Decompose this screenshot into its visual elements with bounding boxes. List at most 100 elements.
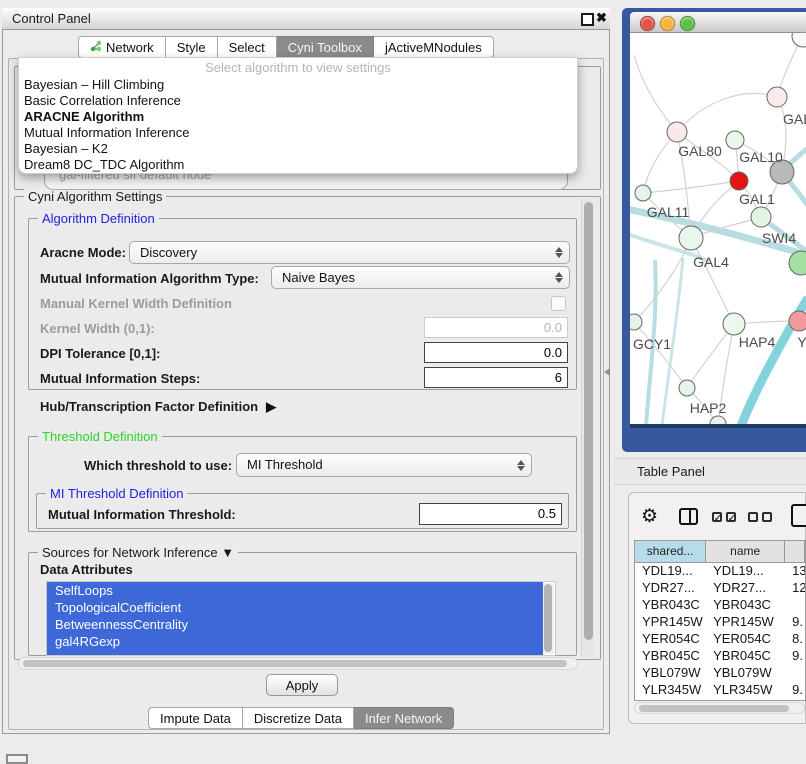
algorithm-option[interactable]: Bayesian – Hill Climbing <box>24 77 572 93</box>
settings-horizontal-scrollbar[interactable] <box>18 657 578 670</box>
attribute-item[interactable]: gal4RGexp <box>47 633 543 650</box>
node-label-swi4: SWI4 <box>762 230 796 246</box>
partial-floating-icon[interactable] <box>6 754 28 764</box>
attribute-item[interactable]: SelfLoops <box>47 582 543 599</box>
mi-steps-field[interactable]: 6 <box>424 367 568 388</box>
network-node[interactable] <box>726 131 744 149</box>
table-row[interactable]: YDL19...YDL19...13 <box>635 562 805 579</box>
network-node[interactable] <box>751 207 771 227</box>
network-node-gal1-selected[interactable] <box>730 172 748 190</box>
manual-kernel-label: Manual Kernel Width Definition <box>40 296 232 311</box>
node-table: shared... name YDL19...YDL19...13 YDR27.… <box>634 540 806 701</box>
attribute-item[interactable]: BetweennessCentrality <box>47 616 543 633</box>
column-header-shared-name[interactable]: shared... <box>635 541 706 562</box>
data-attributes-list[interactable]: SelfLoops TopologicalCoefficient Between… <box>46 581 556 656</box>
control-panel-tabbar: Network Style Select Cyni Toolbox jActiv… <box>78 36 494 58</box>
selected-attributes-block: SelfLoops TopologicalCoefficient Between… <box>47 582 543 655</box>
table-row[interactable]: YER054CYER054C8. <box>635 630 805 647</box>
mi-threshold-field[interactable]: 0.5 <box>419 503 562 525</box>
attribute-item[interactable]: TopologicalCoefficient <box>47 599 543 616</box>
dpi-tolerance-field[interactable]: 0.0 <box>424 342 568 363</box>
network-node[interactable] <box>767 87 787 107</box>
network-node[interactable] <box>789 311 806 331</box>
node-label-y: Y <box>797 334 806 350</box>
table-horizontal-scrollbar[interactable] <box>634 702 805 714</box>
tab-impute-data[interactable]: Impute Data <box>148 707 243 729</box>
table-row[interactable]: YBL079WYBL079W <box>635 664 805 681</box>
table-body[interactable]: YDL19...YDL19...13 YDR27...YDR27...12 YB… <box>635 562 805 700</box>
gear-icon[interactable]: ⚙ <box>641 505 658 528</box>
table-row[interactable]: YPR145WYPR145W9. <box>635 613 805 630</box>
tab-style[interactable]: Style <box>166 36 218 58</box>
column-header-partial[interactable] <box>785 541 805 562</box>
algorithm-option[interactable]: Bayesian – K2 <box>24 141 572 157</box>
table-row[interactable]: YIL052CYIL052C9 <box>635 698 805 700</box>
attributes-list-scrollbar[interactable] <box>543 583 554 654</box>
zoom-traffic-light-icon[interactable] <box>680 16 695 31</box>
close-icon[interactable]: ✖ <box>596 10 607 26</box>
column-header-name[interactable]: name <box>706 541 785 562</box>
settings-vertical-scrollbar[interactable] <box>581 199 594 657</box>
algorithm-option[interactable]: Basic Correlation Inference <box>24 93 572 109</box>
panel-collapse-arrow-icon[interactable] <box>604 368 610 376</box>
tab-jactivemnodules[interactable]: jActiveMNodules <box>374 36 494 58</box>
network-node-swi4[interactable] <box>789 251 806 275</box>
float-window-icon[interactable] <box>581 13 594 26</box>
algorithm-option[interactable]: Mutual Information Inference <box>24 125 572 141</box>
close-traffic-light-icon[interactable] <box>640 16 655 31</box>
collapse-down-icon[interactable]: ▼ <box>221 545 234 560</box>
deselect-checkbox-icon[interactable] <box>748 512 758 522</box>
network-window-titlebar[interactable] <box>630 12 806 33</box>
tab-infer-network[interactable]: Infer Network <box>354 707 454 729</box>
dpi-tolerance-label: DPI Tolerance [0,1]: <box>40 346 160 361</box>
settings-scrollbar-thumb[interactable] <box>584 202 593 640</box>
table-row[interactable]: YDR27...YDR27...12 <box>635 579 805 596</box>
columns-icon[interactable] <box>679 508 698 525</box>
network-canvas[interactable]: GAL GAL80 GAL10 GAL1 GAL11 SWI4 GAL4 GCY… <box>630 33 806 424</box>
network-node-hap4[interactable] <box>723 313 745 335</box>
select-all-checkbox-icon[interactable]: ✓ <box>726 512 736 522</box>
which-threshold-combo[interactable]: MI Threshold <box>236 453 532 477</box>
table-row[interactable]: YBR043CYBR043C <box>635 596 805 613</box>
mi-type-label: Mutual Information Algorithm Type: <box>40 271 259 286</box>
minimize-traffic-light-icon[interactable] <box>660 16 675 31</box>
table-hscrollbar-thumb[interactable] <box>639 705 789 712</box>
table-row[interactable]: YLR345WYLR345W9. <box>635 681 805 698</box>
network-node[interactable] <box>792 33 806 47</box>
control-panel-titlebar[interactable] <box>2 8 610 30</box>
select-all-checkbox-icon[interactable]: ✓ <box>712 512 722 522</box>
network-edge <box>634 322 687 388</box>
kernel-width-field[interactable]: 0.0 <box>424 317 568 338</box>
expand-right-icon[interactable]: ▶ <box>266 399 276 415</box>
sources-group-title[interactable]: Sources for Network Inference ▼ <box>38 545 238 560</box>
table-row[interactable]: YBR045CYBR045C9. <box>635 647 805 664</box>
tab-network[interactable]: Network <box>78 36 166 58</box>
network-node-gal80[interactable] <box>667 122 687 142</box>
network-node-gal11[interactable] <box>635 185 651 201</box>
apply-button[interactable]: Apply <box>266 674 338 696</box>
settings-hscrollbar-thumb[interactable] <box>23 660 567 667</box>
aracne-mode-combo[interactable]: Discovery <box>129 241 570 264</box>
node-label: GAL <box>783 111 806 127</box>
deselect-checkbox-icon[interactable] <box>762 512 772 522</box>
network-edge <box>634 55 677 132</box>
tab-cyni-toolbox[interactable]: Cyni Toolbox <box>277 36 374 58</box>
tab-discretize-data[interactable]: Discretize Data <box>243 707 354 729</box>
algorithm-option-selected[interactable]: ARACNE Algorithm <box>24 109 572 125</box>
network-node-gal4[interactable] <box>679 226 703 250</box>
algorithm-definition-title: Algorithm Definition <box>38 211 159 226</box>
mi-type-combo[interactable]: Naive Bayes <box>271 266 570 289</box>
combo-spinner-icon <box>555 267 563 288</box>
table-function-icon[interactable] <box>791 504 806 527</box>
manual-kernel-checkbox[interactable] <box>551 296 566 311</box>
network-node-hap2[interactable] <box>679 380 695 396</box>
tab-select[interactable]: Select <box>218 36 277 58</box>
node-label-gal1: GAL1 <box>739 191 775 207</box>
hub-definition-toggle[interactable]: Hub/Transcription Factor Definition▶ <box>40 399 276 415</box>
algorithm-dropdown-list: Select algorithm to view settings Bayesi… <box>18 57 578 174</box>
network-edge <box>677 93 777 132</box>
algorithm-option[interactable]: Dream8 DC_TDC Algorithm <box>24 157 572 173</box>
network-node-gcy1[interactable] <box>630 314 642 330</box>
attributes-scrollbar-thumb[interactable] <box>544 584 552 652</box>
control-panel-title: Control Panel <box>12 11 91 26</box>
